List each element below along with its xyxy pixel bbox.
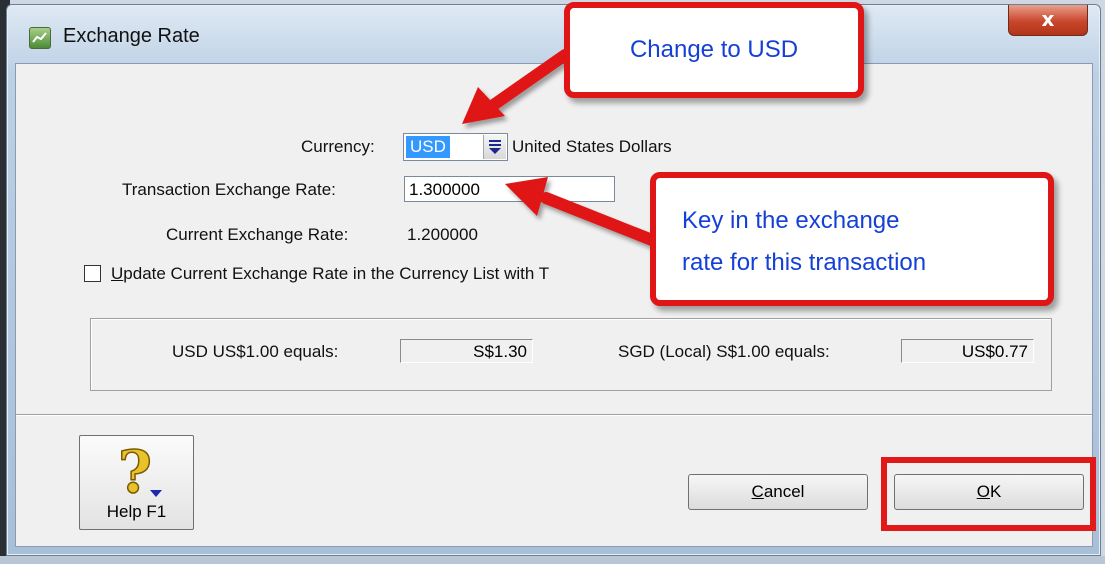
arrow-to-currency xyxy=(462,49,571,124)
callout-key-rate: Key in the exchange rate for this transa… xyxy=(650,172,1054,306)
callout-change-currency-text: Change to USD xyxy=(629,36,799,63)
callout-key-rate-line1: Key in the exchange xyxy=(682,207,900,234)
arrow-to-rate xyxy=(505,177,658,246)
callout-key-rate-line2: rate for this transaction xyxy=(682,249,927,276)
callout-change-currency: Change to USD xyxy=(564,2,864,98)
